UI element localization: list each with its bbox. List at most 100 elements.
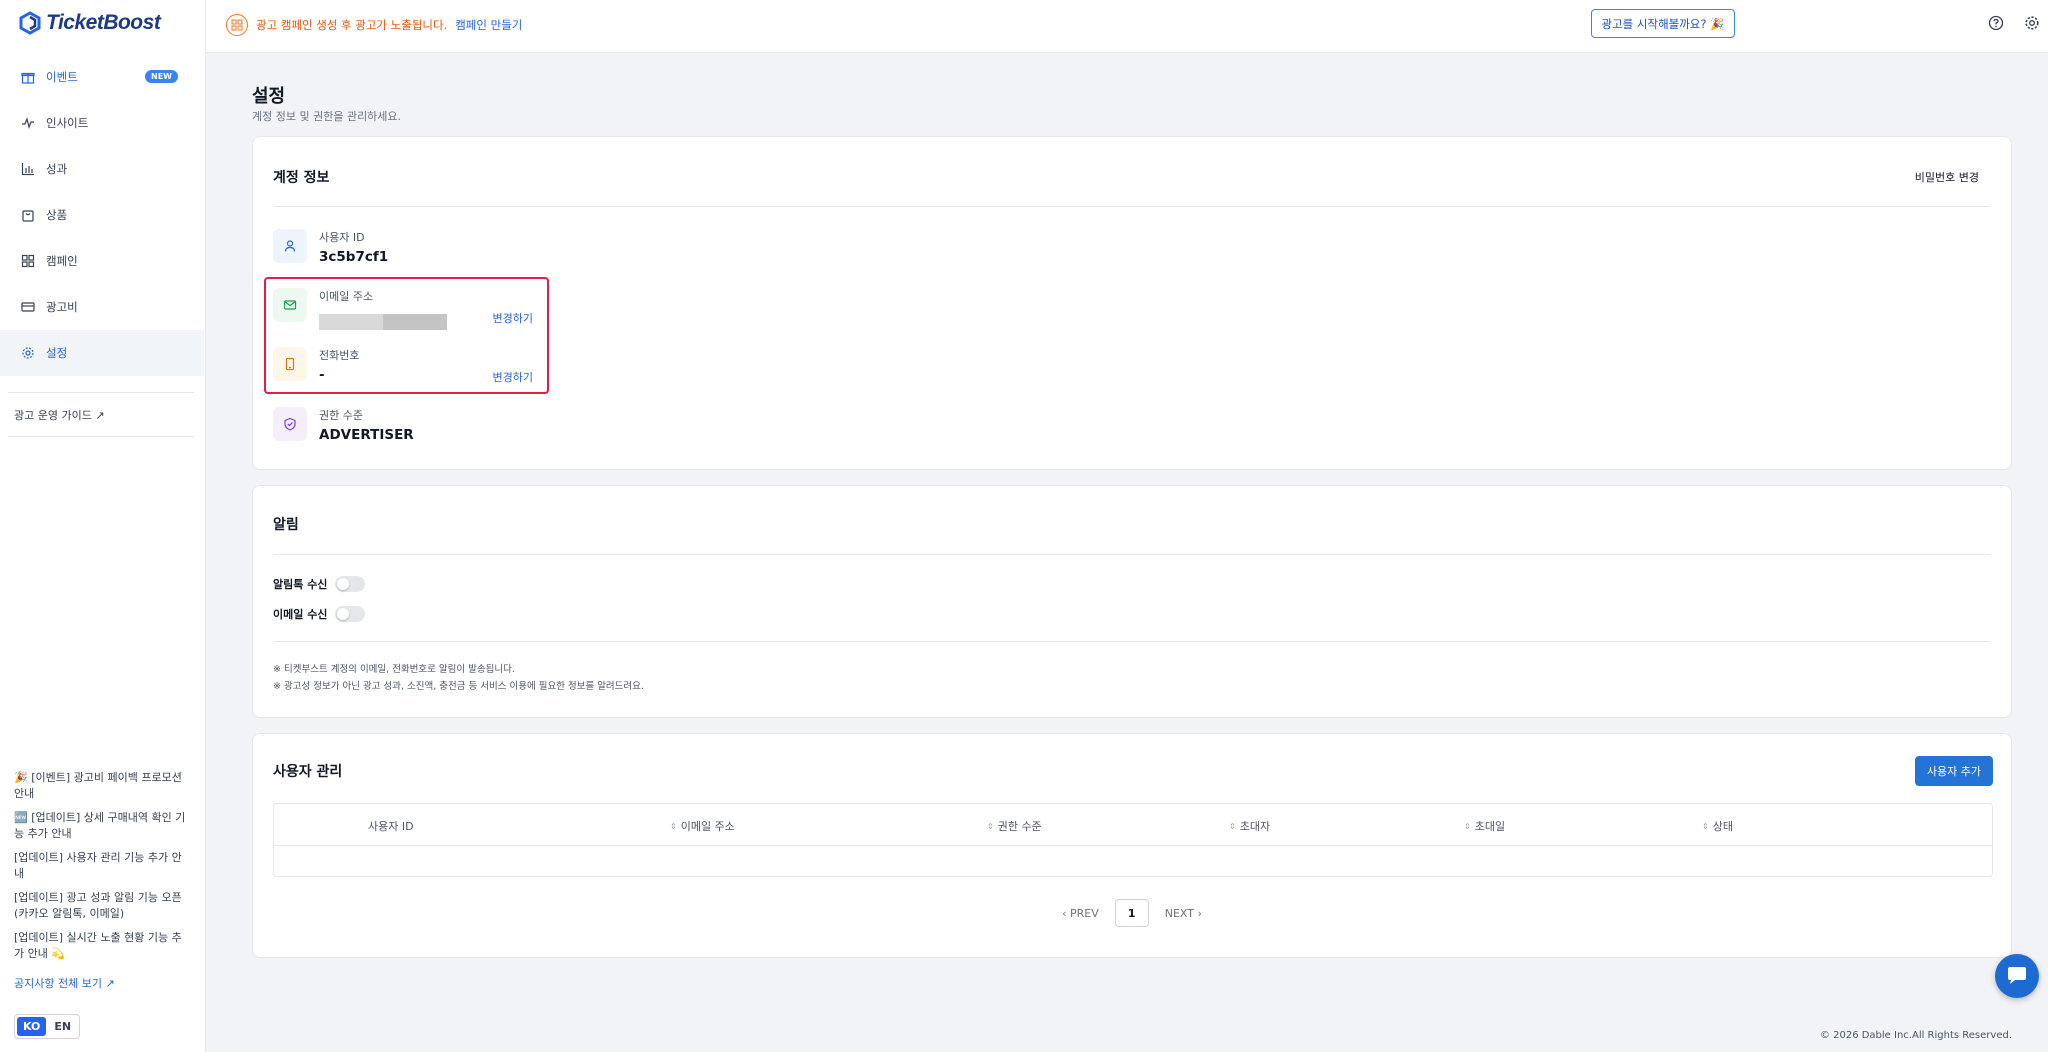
brand-name: TicketBoost	[46, 11, 161, 34]
user-id-value: 3c5b7cf1	[319, 249, 389, 265]
grid-icon	[21, 254, 35, 268]
ad-guide-link[interactable]: 광고 운영 가이드 ↗	[14, 407, 105, 423]
notifications-title: 알림	[273, 517, 299, 533]
chat-bubble-icon	[2008, 967, 2026, 984]
role-value: ADVERTISER	[319, 427, 414, 443]
card-divider	[273, 554, 1991, 555]
sidebar-item-settings[interactable]: 설정	[0, 330, 204, 376]
activity-icon	[21, 116, 35, 130]
user-id-row: 사용자 ID 3c5b7cf1	[273, 227, 533, 277]
next-label: NEXT	[1164, 906, 1194, 920]
notice-item[interactable]: [업데이트] 실시간 노출 현황 기능 추가 안내 💫	[14, 930, 190, 962]
column-label: 상태	[1712, 820, 1733, 833]
column-header-user-id[interactable]: 사용자 ID	[368, 818, 414, 834]
column-label: 권한 수준	[997, 820, 1042, 833]
column-header-role[interactable]: ⇕ 권한 수준	[987, 818, 1042, 834]
column-header-invite-date[interactable]: ⇕ 초대일	[1464, 818, 1505, 834]
column-header-inviter[interactable]: ⇕ 초대자	[1229, 818, 1270, 834]
sidebar-item-ad-spend[interactable]: 광고비	[0, 284, 204, 330]
help-icon[interactable]	[1988, 15, 2004, 31]
page-subtitle: 계정 정보 및 권한을 관리하세요.	[252, 110, 402, 123]
sort-icon: ⇕	[670, 821, 677, 831]
sidebar-item-label: 이벤트	[46, 70, 78, 84]
campaign-alert: 광고 캠페인 생성 후 광고가 노출됩니다. 캠페인 만들기	[226, 14, 522, 36]
footer-copyright: © 2026 Dable Inc.All Rights Reserved.	[1819, 1030, 2012, 1041]
brand-logo[interactable]: TicketBoost	[18, 8, 161, 38]
sidebar-item-label: 인사이트	[46, 116, 89, 130]
email-toggle-row: 이메일 수신	[273, 606, 366, 622]
credit-card-icon	[21, 300, 35, 314]
column-header-status[interactable]: ⇕ 상태	[1702, 818, 1733, 834]
notice-item[interactable]: [업데이트] 사용자 관리 기능 추가 안내	[14, 850, 190, 882]
next-page-button[interactable]: NEXT ›	[1165, 907, 1202, 920]
notice-item[interactable]: [업데이트] 광고 성과 알림 기능 오픈 (카카오 알림톡, 이메일)	[14, 890, 190, 922]
alimtalk-toggle[interactable]	[335, 576, 366, 592]
email-notify-toggle[interactable]	[335, 606, 366, 622]
sort-icon: ⇕	[1464, 821, 1471, 831]
gear-icon	[21, 346, 35, 360]
alert-text: 광고 캠페인 생성 후 광고가 노출됩니다.	[256, 18, 448, 32]
role-row: 권한 수준 ADVERTISER	[273, 405, 533, 455]
campaign-alert-icon	[226, 14, 248, 36]
shopping-bag-icon	[21, 208, 35, 222]
page-number-button[interactable]: 1	[1114, 899, 1149, 927]
user-id-label: 사용자 ID	[319, 231, 365, 244]
new-badge: NEW	[145, 70, 178, 83]
notifications-card: 알림 알림톡 수신 이메일 수신 ※ 티켓부스트 계정의 이메일, 전화번호로 …	[252, 485, 2012, 718]
user-icon	[273, 229, 307, 263]
page-title: 설정	[252, 86, 286, 107]
sidebar-divider	[8, 392, 194, 393]
ticketboost-logo-icon	[19, 11, 41, 35]
sidebar-divider	[8, 436, 194, 437]
card-divider	[273, 206, 1991, 207]
bar-chart-icon	[21, 162, 35, 176]
sidebar-nav: 이벤트 NEW 인사이트 성과 상품 캠페인 광고비 설정	[0, 54, 204, 376]
sort-icon: ⇕	[1702, 821, 1709, 831]
all-notices-link[interactable]: 공지사항 전체 보기 ↗	[14, 975, 115, 991]
column-label: 사용자 ID	[368, 820, 414, 833]
start-ads-button[interactable]: 광고를 시작해볼까요? 🎉	[1591, 9, 1735, 38]
sidebar-item-label: 광고비	[46, 300, 78, 314]
notice-item[interactable]: 🎉 [이벤트] 광고비 페이백 프로모션 안내	[14, 770, 190, 802]
notification-note: ※ 티켓부스트 계정의 이메일, 전화번호로 알림이 발송됩니다.	[273, 664, 515, 675]
sidebar-item-label: 상품	[46, 208, 68, 222]
chat-support-button[interactable]	[1995, 954, 2039, 998]
lang-ko-button[interactable]: KO	[17, 1017, 47, 1036]
sidebar-item-events[interactable]: 이벤트 NEW	[0, 54, 204, 100]
contact-highlight-box	[264, 277, 549, 394]
sidebar-item-label: 캠페인	[46, 254, 78, 268]
user-management-card: 사용자 관리 사용자 추가 사용자 ID ⇕ 이메일 주소 ⇕ 권한 수준 ⇕ 초대자…	[252, 733, 2012, 958]
create-campaign-link[interactable]: 캠페인 만들기	[455, 17, 522, 33]
email-notify-label: 이메일 수신	[273, 608, 328, 621]
column-label: 이메일 주소	[680, 820, 735, 833]
pagination: ‹ PREV 1 NEXT ›	[253, 899, 2011, 927]
users-table: 사용자 ID ⇕ 이메일 주소 ⇕ 권한 수준 ⇕ 초대자 ⇕ 초대일 ⇕ 상태	[273, 803, 1993, 877]
sidebar-item-products[interactable]: 상품	[0, 192, 204, 238]
sort-icon: ⇕	[987, 821, 994, 831]
column-label: 초대일	[1474, 820, 1506, 833]
notice-list: 🎉 [이벤트] 광고비 페이백 프로모션 안내 🆕 [업데이트] 상세 구매내역…	[14, 770, 190, 970]
alimtalk-label: 알림톡 수신	[273, 578, 328, 591]
add-user-button[interactable]: 사용자 추가	[1915, 756, 1993, 786]
shield-check-icon	[273, 407, 307, 441]
column-label: 초대자	[1239, 820, 1271, 833]
account-info-title: 계정 정보	[273, 170, 330, 186]
sidebar: TicketBoost 이벤트 NEW 인사이트 성과 상품 캠페인 광고비 설…	[0, 0, 206, 1052]
change-password-link[interactable]: 비밀번호 변경	[1915, 169, 1979, 185]
role-label: 권한 수준	[319, 409, 363, 422]
notice-item[interactable]: 🆕 [업데이트] 상세 구매내역 확인 기능 추가 안내	[14, 810, 190, 842]
settings-gear-icon[interactable]	[2024, 15, 2040, 31]
sidebar-item-label: 설정	[46, 346, 68, 360]
column-header-email[interactable]: ⇕ 이메일 주소	[670, 818, 735, 834]
notification-note: ※ 광고성 정보가 아닌 광고 성과, 소진액, 충전금 등 서비스 이용에 필…	[273, 681, 644, 692]
sidebar-item-label: 성과	[46, 162, 68, 176]
sidebar-item-performance[interactable]: 성과	[0, 146, 204, 192]
sidebar-item-campaigns[interactable]: 캠페인	[0, 238, 204, 284]
prev-page-button[interactable]: ‹ PREV	[1062, 907, 1099, 920]
users-table-header: 사용자 ID ⇕ 이메일 주소 ⇕ 권한 수준 ⇕ 초대자 ⇕ 초대일 ⇕ 상태	[274, 804, 1992, 846]
lang-en-button[interactable]: EN	[48, 1017, 77, 1036]
gift-icon	[21, 70, 35, 84]
sidebar-item-insights[interactable]: 인사이트	[0, 100, 204, 146]
top-bar: 광고 캠페인 생성 후 광고가 노출됩니다. 캠페인 만들기 광고를 시작해볼까…	[206, 0, 2048, 53]
user-management-title: 사용자 관리	[273, 764, 343, 780]
